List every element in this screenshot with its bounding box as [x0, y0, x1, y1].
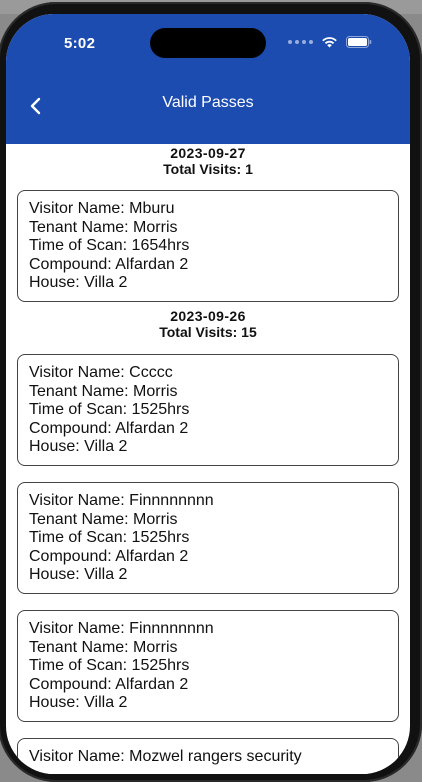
- time-of-scan: Time of Scan: 1654hrs: [29, 237, 190, 255]
- signal-dots-icon: [288, 40, 313, 44]
- page-title: Valid Passes: [162, 94, 254, 111]
- pass-card[interactable]: Visitor Name: Finnnnnnnn Tenant Name: Mo…: [17, 609, 399, 722]
- battery-icon: [346, 36, 372, 48]
- wifi-icon: [321, 36, 338, 48]
- phone-frame: 5:02 Valid Passes 2023-09-27 Total Visit…: [0, 2, 422, 782]
- tenant-name: Tenant Name: Morris: [29, 638, 178, 656]
- time-of-scan: Time of Scan: 1525hrs: [29, 401, 190, 419]
- visitor-name: Visitor Name: Mburu: [29, 200, 175, 217]
- house: House: Villa 2: [29, 274, 128, 292]
- date-group: 2023-09-26 Total Visits: 15 Visitor Name…: [6, 302, 410, 774]
- pass-card[interactable]: Visitor Name: Mozwel rangers security: [17, 737, 399, 774]
- total-visits: Total Visits: 1: [163, 161, 253, 177]
- pass-card[interactable]: Visitor Name: Ccccc Tenant Name: Morris …: [17, 353, 399, 466]
- visitor-name: Visitor Name: Ccccc: [29, 363, 173, 381]
- visitor-name: Visitor Name: Finnnnnnnn: [29, 619, 214, 637]
- status-icons: [288, 36, 372, 48]
- app-screen: 5:02 Valid Passes 2023-09-27 Total Visit…: [6, 14, 410, 774]
- compound: Compound: Alfardan 2: [29, 675, 189, 693]
- tenant-name: Tenant Name: Morris: [29, 218, 178, 236]
- date-heading: 2023-09-27: [170, 145, 246, 161]
- passes-list[interactable]: 2023-09-27 Total Visits: 1 Visitor Name:…: [6, 144, 410, 774]
- pass-card[interactable]: Visitor Name: Finnnnnnnn Tenant Name: Mo…: [17, 481, 399, 594]
- dynamic-island: [150, 28, 266, 58]
- tenant-name: Tenant Name: Morris: [29, 382, 178, 400]
- total-visits: Total Visits: 15: [159, 323, 257, 340]
- time-of-scan: Time of Scan: 1525hrs: [29, 529, 190, 547]
- time-of-scan: Time of Scan: 1525hrs: [29, 657, 190, 675]
- compound: Compound: Alfardan 2: [29, 419, 189, 437]
- status-time: 5:02: [64, 35, 96, 52]
- tenant-name: Tenant Name: Morris: [29, 510, 178, 528]
- app-header: 5:02 Valid Passes: [6, 14, 410, 144]
- house: House: Villa 2: [29, 566, 128, 584]
- house: House: Villa 2: [29, 438, 128, 456]
- date-group: 2023-09-27 Total Visits: 1 Visitor Name:…: [6, 144, 410, 302]
- visitor-name: Visitor Name: Finnnnnnnn: [29, 491, 214, 509]
- house: House: Villa 2: [29, 694, 128, 712]
- visitor-name: Visitor Name: Mozwel rangers security: [29, 747, 302, 765]
- date-heading: 2023-09-26: [170, 307, 246, 324]
- pass-card[interactable]: Visitor Name: Mburu Tenant Name: Morris …: [17, 190, 399, 302]
- compound: Compound: Alfardan 2: [29, 255, 189, 273]
- compound: Compound: Alfardan 2: [29, 547, 189, 565]
